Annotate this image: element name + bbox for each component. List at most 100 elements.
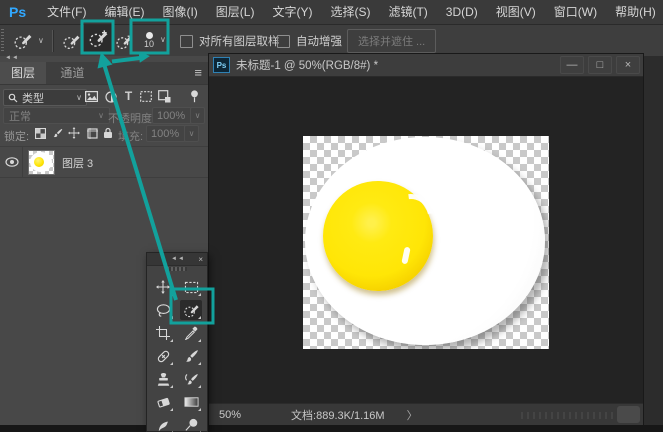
move-tool-button[interactable] (152, 277, 174, 297)
tab-channels[interactable]: 通道 (49, 62, 95, 84)
filter-smart-objects-button[interactable] (157, 89, 172, 103)
panel-collapse-icon[interactable]: ◄◄ (5, 55, 19, 61)
gradient-tool-button[interactable] (180, 392, 202, 412)
clone-stamp-tool-button[interactable] (152, 369, 174, 389)
checkerboard-icon (35, 128, 46, 139)
auto-enhance-checkbox[interactable]: 自动增强 (277, 33, 342, 49)
blend-mode-value: 正常 (9, 108, 31, 124)
document-title-bar[interactable]: Ps 未标题-1 @ 50%(RGB/8#) * — □ × (209, 54, 643, 77)
app-frame-right (645, 56, 663, 432)
chevron-down-icon: ∨ (38, 37, 44, 45)
layer-name[interactable]: 图层 3 (62, 155, 93, 171)
fill-value: 100% (151, 128, 179, 140)
menu-item-edit[interactable]: 编辑(E) (95, 0, 153, 24)
chevron-down-icon: ∨ (160, 36, 166, 44)
tools-panel-grip[interactable] (167, 267, 187, 271)
opacity-dropdown-button[interactable]: ∨ (190, 107, 205, 124)
chevron-down-icon: ∨ (195, 112, 201, 120)
search-icon (8, 93, 18, 103)
shape-icon (140, 91, 152, 102)
select-and-mask-button[interactable]: 选择并遮住 ... (347, 29, 436, 53)
brush-tool-button[interactable] (180, 346, 202, 366)
new-selection-button[interactable] (60, 29, 82, 53)
status-chevron-icon[interactable]: 〉 (407, 407, 418, 423)
eraser-icon (156, 396, 171, 409)
frame-icon (87, 128, 98, 139)
checkbox-icon (180, 35, 193, 48)
photoshop-window: Ps 文件(F) 编辑(E) 图像(I) 图层(L) 文字(Y) 选择(S) 滤… (0, 0, 663, 432)
tab-layers[interactable]: 图层 (0, 62, 46, 84)
history-brush-tool-button[interactable] (180, 369, 202, 389)
document-ps-icon: Ps (213, 57, 230, 73)
crop-tool-button[interactable] (152, 323, 174, 343)
filter-shape-layers-button[interactable] (139, 90, 153, 103)
checkbox-icon (277, 35, 290, 48)
select-and-mask-label: 选择并遮住 ... (358, 36, 425, 48)
lock-artboard-button[interactable] (85, 127, 99, 140)
menu-item-view[interactable]: 视图(V) (487, 0, 545, 24)
resize-grip[interactable] (617, 406, 640, 423)
brush-small-icon (52, 128, 63, 139)
quick-selection-tool-button[interactable] (180, 300, 202, 320)
gradient-icon (184, 396, 199, 408)
move-small-icon (68, 127, 80, 139)
zoom-level-field[interactable]: 50% (219, 409, 241, 421)
brush-size-dropdown[interactable]: 10 (138, 27, 160, 53)
eraser-tool-button[interactable] (152, 392, 174, 412)
stamp-icon (156, 372, 171, 387)
menu-item-file[interactable]: 文件(F) (38, 0, 95, 24)
panel-menu-icon[interactable]: ≡ (194, 65, 202, 80)
options-bar-grip[interactable] (1, 29, 4, 53)
chevron-down-icon: ∨ (76, 94, 82, 102)
lock-all-button[interactable] (102, 126, 114, 140)
dodge-icon (184, 418, 199, 432)
add-to-selection-button[interactable] (84, 24, 112, 53)
menu-item-type[interactable]: 文字(Y) (263, 0, 321, 24)
eyedropper-tool-button[interactable] (180, 323, 202, 343)
rectangular-marquee-tool-button[interactable] (180, 277, 202, 297)
lock-position-button[interactable] (67, 126, 81, 140)
document-title: 未标题-1 @ 50%(RGB/8#) * (236, 57, 378, 73)
sample-all-layers-checkbox[interactable]: 对所有图层取样 (180, 33, 280, 49)
layer-visibility-toggle[interactable] (4, 156, 20, 168)
panel-tab-bar: 图层 通道 ≡ (0, 62, 210, 85)
blend-mode-select[interactable]: 正常 ∨ (3, 107, 110, 124)
menu-item-help[interactable]: 帮助(H) (606, 0, 663, 24)
fill-dropdown-button[interactable]: ∨ (184, 125, 199, 142)
filter-type-label: 类型 (22, 90, 44, 106)
menu-item-window[interactable]: 窗口(W) (545, 0, 606, 24)
filter-type-dropdown[interactable]: 类型 ∨ (3, 89, 87, 106)
lock-transparency-button[interactable] (33, 127, 47, 140)
crop-icon (156, 326, 170, 340)
menu-item-image[interactable]: 图像(I) (153, 0, 206, 24)
opacity-value: 100% (157, 110, 185, 122)
filter-adjustment-layers-button[interactable] (104, 90, 118, 103)
filter-switch-pin-icon[interactable] (188, 89, 200, 103)
maximize-button[interactable]: □ (588, 56, 612, 74)
lasso-tool-button[interactable] (152, 300, 174, 320)
close-button[interactable]: × (616, 56, 640, 74)
filter-type-layers-button[interactable]: T (122, 89, 135, 103)
minimize-button[interactable]: — (560, 56, 584, 74)
menu-item-3d[interactable]: 3D(D) (437, 0, 487, 24)
tools-close-icon[interactable]: × (198, 255, 203, 264)
menu-item-select[interactable]: 选择(S) (321, 0, 379, 24)
menu-item-filter[interactable]: 滤镜(T) (379, 0, 436, 24)
menu-item-layer[interactable]: 图层(L) (207, 0, 264, 24)
lock-label: 锁定: (4, 128, 29, 144)
tools-panel-header[interactable]: ◄◄ × (147, 253, 207, 266)
dodge-tool-button[interactable] (180, 415, 202, 432)
chevron-down-icon: ∨ (98, 112, 104, 120)
tool-preset-button[interactable] (10, 29, 36, 53)
lock-pixels-button[interactable] (51, 127, 64, 140)
layer-row[interactable]: 图层 3 (0, 146, 210, 178)
subtract-from-selection-button[interactable] (113, 29, 135, 53)
marquee-icon (184, 281, 199, 294)
tools-collapse-icon[interactable]: ◄◄ (171, 256, 185, 262)
filter-pixel-layers-button[interactable] (84, 90, 99, 103)
spot-healing-brush-tool-button[interactable] (152, 346, 174, 366)
canvas[interactable] (303, 136, 549, 349)
eyedropper-icon (184, 326, 198, 340)
layer-thumbnail[interactable] (28, 150, 55, 175)
smudge-tool-button[interactable] (152, 415, 174, 432)
